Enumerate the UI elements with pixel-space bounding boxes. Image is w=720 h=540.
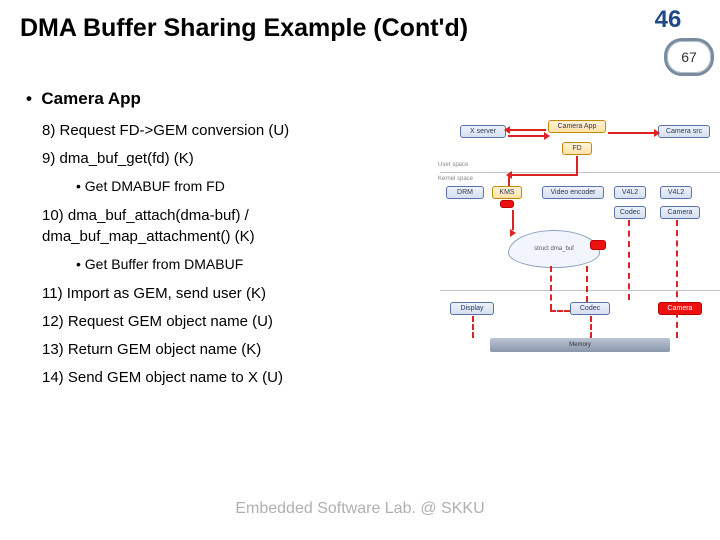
page-title: DMA Buffer Sharing Example (Cont'd) [20,14,468,43]
content-block: • Camera App 8) Request FD->GEM conversi… [26,88,406,397]
step-9: 9) dma_buf_get(fd) (K) [42,149,406,169]
diagram-node-camera-drv: Camera [660,206,700,219]
diagram-node-codec-hw: Codec [570,302,610,315]
page-number-minor: 67 [681,49,697,65]
diagram-label-kernel: Kernel space [438,176,473,182]
diagram-node-memory: Memory [490,338,670,352]
page-number-minor-badge: 67 [664,38,714,76]
diagram-node-drm: DRM [446,186,484,199]
section-heading: Camera App [41,89,141,108]
diagram-node-camera-hw: Camera [658,302,702,315]
diagram-node-display-hw: Display [450,302,494,315]
diagram-label-user: User space [438,162,468,168]
step-12: 12) Request GEM object name (U) [42,312,406,332]
diagram-node-xserver: X server [460,125,506,138]
step-9-sub: Get DMABUF from FD [85,178,225,194]
footer-text: Embedded Software Lab. @ SKKU [0,500,720,518]
step-14: 14) Send GEM object name to X (U) [42,368,406,388]
diagram-node-struct-dmabuf: struct dma_buf [508,230,600,268]
diagram-node-v4l2-b: V4L2 [660,186,692,199]
diagram-node-fd: FD [562,142,592,155]
step-10-sub: Get Buffer from DMABUF [85,256,243,272]
page-number-major: 46 [644,6,692,34]
step-11: 11) Import as GEM, send user (K) [42,284,406,304]
step-13: 13) Return GEM object name (K) [42,340,406,360]
diagram-highlight-dmabuf [590,240,606,250]
step-8: 8) Request FD->GEM conversion (U) [42,121,406,141]
diagram-node-kms: KMS [492,186,522,199]
step-10: 10) dma_buf_attach(dma-buf) / dma_buf_ma… [42,206,406,247]
diagram-node-camera-src: Camera src [658,125,710,138]
diagram-node-camera-app: Camera App [548,120,606,133]
diagram-node-codec-a: Codec [614,206,646,219]
diagram-node-v4l2-a: V4L2 [614,186,646,199]
diagram-node-video-encoder: Video encoder [542,186,604,199]
architecture-diagram: User space Kernel space X server Camera … [440,120,720,410]
diagram-highlight-kms [500,200,514,208]
